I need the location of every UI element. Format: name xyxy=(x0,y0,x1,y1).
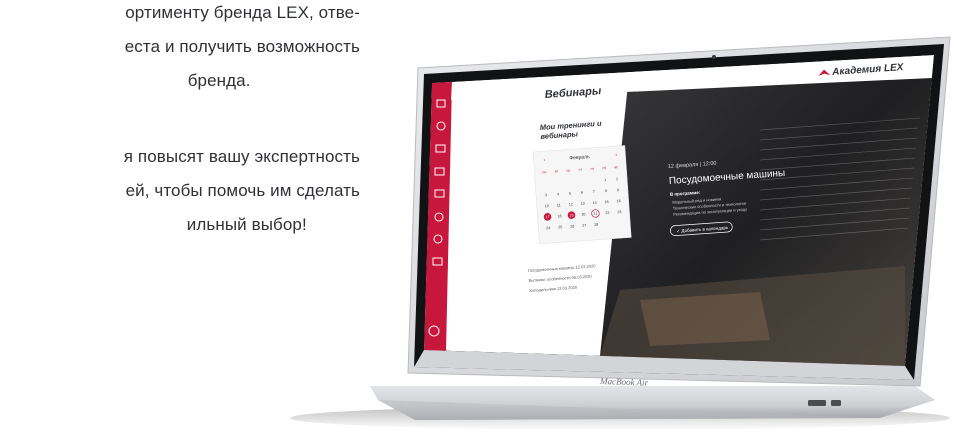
calendar-day[interactable]: 21 xyxy=(593,212,597,216)
calendar-weekday: сб xyxy=(602,166,606,170)
calendar-day[interactable]: 4 xyxy=(557,192,559,196)
calendar-weekday: чт xyxy=(578,168,582,172)
calendar-weekday: пн xyxy=(542,170,546,174)
laptop-svg: MacBook Air Академия LEX Вебинары Мои тр… xyxy=(290,36,951,430)
calendar-day[interactable]: 27 xyxy=(582,223,586,227)
calendar-day[interactable]: 8 xyxy=(605,189,607,193)
calendar-day[interactable]: 9 xyxy=(617,188,619,192)
calendar-weekday: вт xyxy=(555,169,559,173)
screen: Академия LEX Вебинары Мои тренинги и веб… xyxy=(424,55,934,366)
calendar-day[interactable]: 24 xyxy=(546,226,550,230)
calendar-day[interactable]: 1 xyxy=(604,178,606,182)
device-label: MacBook Air xyxy=(599,376,649,388)
calendar-day[interactable]: 28 xyxy=(594,223,598,227)
calendar-day[interactable]: 15 xyxy=(605,200,609,204)
calendar-day[interactable]: 3 xyxy=(545,193,547,197)
calendar-day[interactable]: 20 xyxy=(581,212,585,216)
page: ортименту бренда LEX, отве- еста и получ… xyxy=(0,0,954,432)
calendar-day[interactable]: 2 xyxy=(616,177,618,181)
calendar-weekday: вс xyxy=(614,165,618,169)
calendar-day[interactable]: 10 xyxy=(545,204,549,208)
calendar-day[interactable]: 7 xyxy=(593,190,595,194)
calendar-day[interactable]: 16 xyxy=(617,199,621,203)
calendar-widget: ‹ Февраль › пн вт ср чт пт сб вс 1 23 4 5 6 7 8 910 11… xyxy=(532,145,632,245)
calendar-day[interactable]: 17 xyxy=(545,215,549,219)
calendar-weekday: пт xyxy=(590,167,594,171)
calendar-day[interactable]: 22 xyxy=(605,211,609,215)
calendar-day[interactable]: 18 xyxy=(557,214,561,218)
camera-icon xyxy=(712,55,716,59)
port-icon xyxy=(831,400,841,406)
calendar-day[interactable]: 5 xyxy=(569,191,571,195)
laptop-mockup: MacBook Air Академия LEX Вебинары Мои тр… xyxy=(0,0,954,432)
usb-port-icon xyxy=(808,400,826,406)
calendar-day[interactable]: 12 xyxy=(569,202,573,206)
calendar-day[interactable]: 11 xyxy=(557,203,561,207)
calendar-day[interactable]: 14 xyxy=(593,201,597,205)
calendar-weekday: ср xyxy=(566,168,570,172)
calendar-day[interactable]: 6 xyxy=(581,191,583,195)
calendar-day[interactable]: 13 xyxy=(581,202,585,206)
calendar-day[interactable]: 25 xyxy=(558,225,562,229)
calendar-day[interactable]: 19 xyxy=(569,213,573,217)
calendar-day[interactable]: 26 xyxy=(570,224,574,228)
calendar-day[interactable]: 23 xyxy=(617,210,621,214)
